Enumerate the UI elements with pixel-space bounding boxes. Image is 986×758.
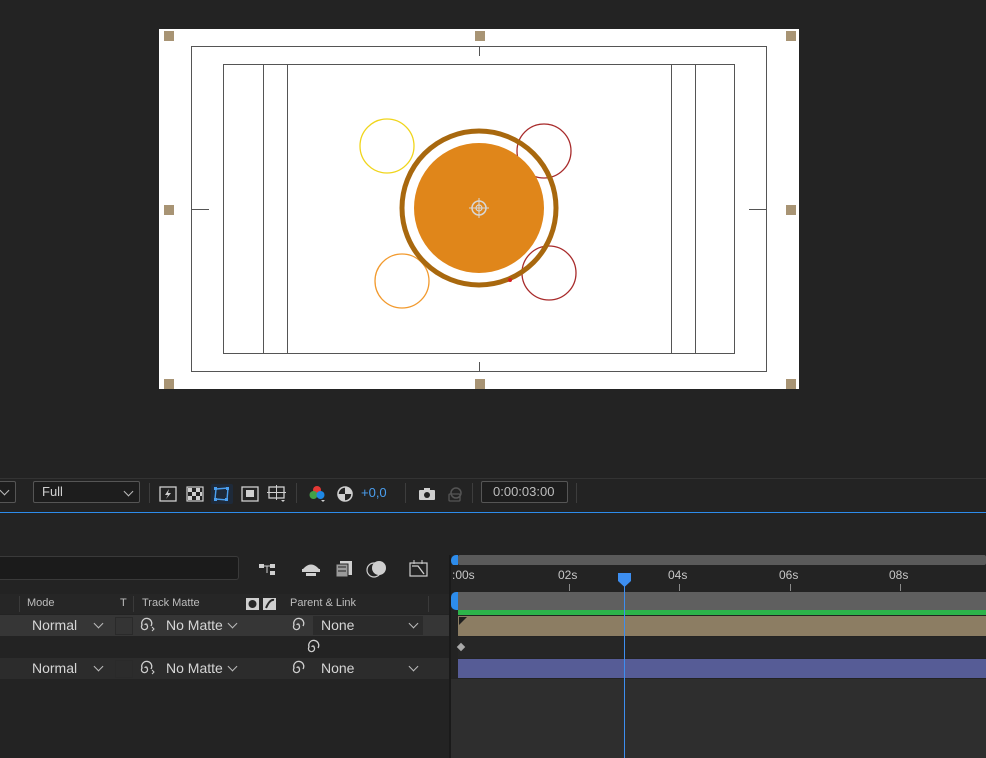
resolution-dropdown[interactable]: Full <box>33 481 140 503</box>
composition-layers <box>191 46 767 372</box>
layer-mode-dropdown[interactable]: Normal <box>24 616 108 635</box>
layer-mode-value: Normal <box>32 617 78 633</box>
track-matte-dropdown[interactable]: No Matte <box>158 616 240 635</box>
transform-handle-icon[interactable] <box>164 379 174 389</box>
toolbar-divider <box>472 483 473 503</box>
ruler-tick-label: 02s <box>558 568 578 582</box>
mask-path-visibility-icon[interactable] <box>211 484 233 504</box>
frame-blending-icon[interactable] <box>333 559 355 579</box>
work-area-start-handle[interactable] <box>451 592 458 610</box>
transform-handle-icon[interactable] <box>475 379 485 389</box>
exposure-value[interactable]: +0,0 <box>361 485 387 500</box>
track-matte-value: No Matte <box>166 660 223 676</box>
transform-handle-icon[interactable] <box>164 205 174 215</box>
property-pickwhip-icon[interactable] <box>305 639 321 658</box>
layer-mode-value: Normal <box>32 660 78 676</box>
show-snapshot-icon[interactable] <box>444 484 466 504</box>
parent-pickwhip-icon[interactable] <box>290 617 306 636</box>
track-matte-header[interactable]: Track Matte <box>142 597 200 609</box>
track-matte-value: No Matte <box>166 617 223 633</box>
keyframe-icon[interactable] <box>456 642 466 652</box>
layer-mode-dropdown[interactable]: Normal <box>24 659 108 678</box>
timeline-empty-area[interactable] <box>451 679 986 758</box>
graph-editor-icon[interactable] <box>408 559 430 579</box>
ruler-tick-label: 06s <box>779 568 799 582</box>
toolbar-divider <box>405 483 406 503</box>
fast-preview-icon[interactable] <box>157 484 179 504</box>
track-matte-pickwhip-icon[interactable] <box>138 617 156 636</box>
layer-column-header <box>0 594 449 614</box>
ruler-tick-label: :00s <box>452 568 475 582</box>
channel-icon[interactable] <box>306 484 328 504</box>
resolution-value: Full <box>42 484 63 499</box>
shy-layers-icon[interactable] <box>300 559 322 579</box>
column-divider <box>428 596 429 612</box>
matte-mode-icon[interactable] <box>246 597 278 614</box>
ruler-tick <box>790 584 791 591</box>
ruler-tick-label: 08s <box>889 568 909 582</box>
ruler-tick-label: 04s <box>668 568 688 582</box>
parent-dropdown[interactable]: None <box>313 659 423 678</box>
preserve-transparency-header[interactable]: T <box>120 597 127 609</box>
playhead-line[interactable] <box>624 580 625 758</box>
transform-handle-icon[interactable] <box>786 379 796 389</box>
column-divider <box>19 596 20 612</box>
transform-handle-icon[interactable] <box>475 31 485 41</box>
render-cache-bar <box>458 610 986 615</box>
grid-guides-icon[interactable] <box>266 484 288 504</box>
playhead-icon[interactable] <box>617 572 632 591</box>
layer-duration-bar[interactable] <box>458 659 986 678</box>
parent-link-header[interactable]: Parent & Link <box>290 597 356 609</box>
draft-3d-icon[interactable] <box>258 559 280 579</box>
preserve-transparency-checkbox[interactable] <box>115 660 133 678</box>
preserve-transparency-checkbox[interactable] <box>115 617 133 635</box>
parent-pickwhip-icon[interactable] <box>290 660 306 679</box>
column-divider <box>133 596 134 612</box>
track-matte-dropdown[interactable]: No Matte <box>158 659 240 678</box>
parent-dropdown[interactable]: None <box>313 616 423 635</box>
composition-canvas[interactable] <box>159 29 799 389</box>
reset-exposure-icon[interactable] <box>334 484 356 504</box>
mode-header[interactable]: Mode <box>27 597 55 609</box>
yellow-circle[interactable] <box>359 118 415 174</box>
ruler-tick <box>900 584 901 591</box>
camera-icon[interactable] <box>416 484 438 504</box>
red-circle-bottom[interactable] <box>521 245 577 301</box>
composition-viewer[interactable] <box>0 0 986 478</box>
layer-search-input[interactable] <box>0 556 239 580</box>
ruler-tick <box>679 584 680 591</box>
time-navigator-bar[interactable] <box>458 555 986 565</box>
track-matte-pickwhip-icon[interactable] <box>138 660 156 679</box>
toolbar-divider <box>296 483 297 503</box>
motion-blur-icon[interactable] <box>366 559 388 579</box>
toolbar-divider <box>149 483 150 503</box>
timecode-display[interactable]: 0:00:03:00 <box>481 481 568 503</box>
transform-handle-icon[interactable] <box>786 31 796 41</box>
parent-value: None <box>321 660 355 676</box>
transparency-grid-icon[interactable] <box>184 484 206 504</box>
region-of-interest-icon[interactable] <box>239 484 261 504</box>
transform-handle-icon[interactable] <box>786 205 796 215</box>
path-point[interactable] <box>508 278 512 282</box>
toolbar-divider <box>576 483 577 503</box>
transform-handle-icon[interactable] <box>164 31 174 41</box>
layer-duration-bar[interactable] <box>458 616 986 636</box>
parent-value: None <box>321 617 355 633</box>
ruler-tick <box>569 584 570 591</box>
keyframe-track[interactable] <box>456 637 986 658</box>
panel-focus-line <box>0 512 986 513</box>
work-area-bar[interactable] <box>458 592 986 610</box>
layer-property-row <box>0 637 450 658</box>
magnification-dropdown[interactable] <box>0 481 16 503</box>
